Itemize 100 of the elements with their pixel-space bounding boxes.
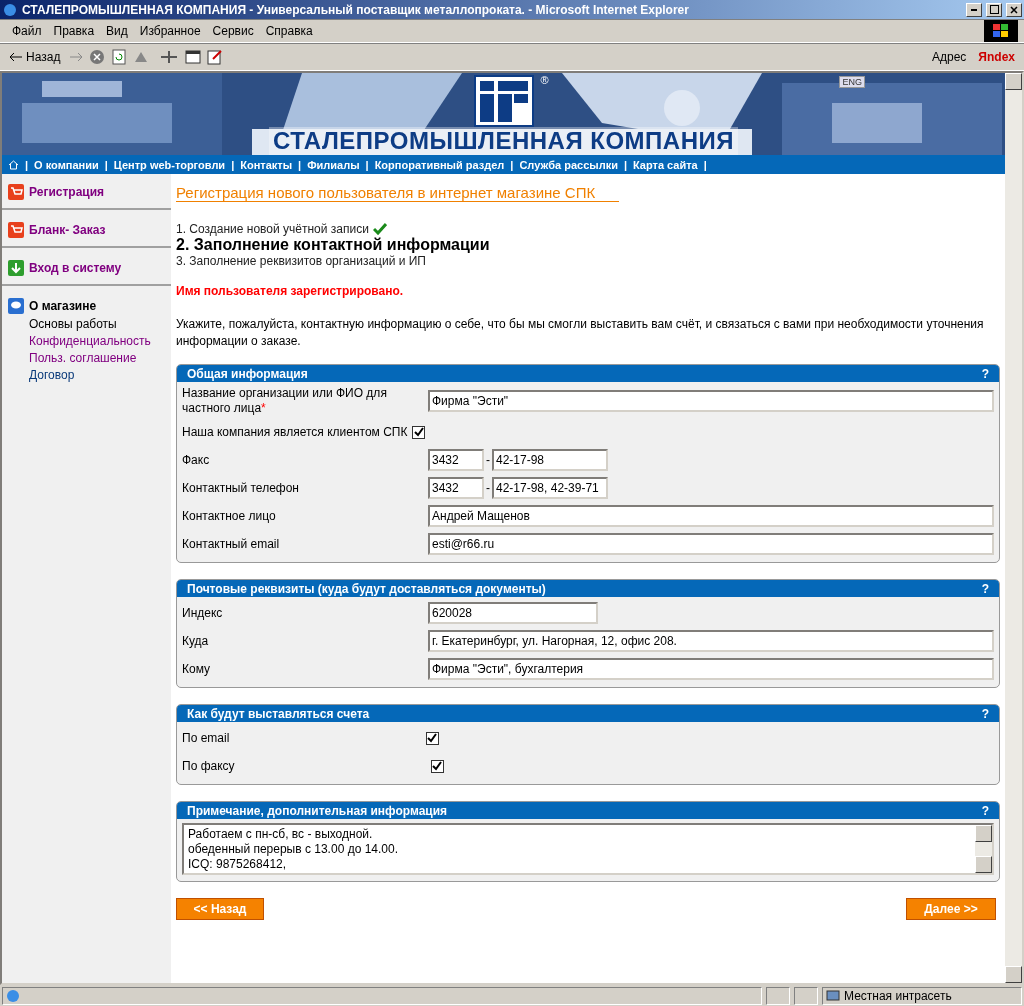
field-label: Контактное лицо xyxy=(182,508,277,524)
help-link[interactable]: ? xyxy=(981,706,989,721)
sidebar-sublink[interactable]: Конфиденциальность xyxy=(29,334,165,348)
separator: | xyxy=(25,158,29,171)
separator: | xyxy=(365,158,369,171)
nav-link[interactable]: Корпоративный раздел xyxy=(374,158,505,171)
field-label: Факс xyxy=(182,452,211,468)
nav-link[interactable]: Карта сайта xyxy=(633,158,698,171)
minimize-button[interactable] xyxy=(966,2,982,17)
stop-icon[interactable] xyxy=(89,49,106,65)
menu-item[interactable]: Файл xyxy=(6,22,48,40)
check-icon xyxy=(414,427,424,437)
registered-mark: ® xyxy=(539,74,550,86)
search-brand-button[interactable]: Яndex xyxy=(975,48,1018,66)
field-label: Контактный email xyxy=(182,536,281,552)
window-title: СТАЛЕПРОМЫШЛЕННАЯ КОМПАНИЯ - Универсальный поставщик металлопроката. - Microsoft Internet Explorer xyxy=(22,2,690,17)
check-icon xyxy=(432,761,443,771)
browser-icon xyxy=(2,1,18,18)
address-label: Адрес xyxy=(931,49,968,66)
toolbar-icon[interactable] xyxy=(159,49,180,65)
step-text: 3. Заполнение реквизитов организаций и ИП xyxy=(176,254,426,268)
cart-icon xyxy=(8,184,24,200)
minimize-icon xyxy=(971,8,977,11)
panel-title: Общая информация xyxy=(187,366,308,381)
nav-link[interactable]: Служба рассылки xyxy=(519,158,618,171)
checkbox[interactable] xyxy=(430,759,444,773)
dash: - xyxy=(485,453,491,467)
help-link[interactable]: ? xyxy=(981,803,989,818)
text-field[interactable]: г. Екатеринбург, ул. Нагорная, 12, офис 208. xyxy=(428,630,994,652)
text-area[interactable]: Работаем с пн-сб, вс - выходной. обеденный перерыв с 13.00 до 14.00. ICQ: 9875268412, xyxy=(182,823,994,875)
text-field[interactable]: 620028 xyxy=(428,602,598,624)
page-icon xyxy=(6,988,20,1003)
success-message: Имя пользователя зарегистрировано. xyxy=(176,284,405,298)
sidebar-sublink[interactable]: Польз. соглашение xyxy=(29,351,165,365)
sidebar-sublink[interactable]: Основы работы xyxy=(29,317,165,331)
nav-link[interactable]: Филиалы xyxy=(307,158,360,171)
nav-link[interactable]: О компании xyxy=(34,158,99,171)
field-label: По email xyxy=(182,730,230,746)
sidebar-link[interactable]: Вход в систему xyxy=(29,261,122,275)
field-label: По факсу xyxy=(182,758,235,774)
menu-item[interactable]: Правка xyxy=(47,22,101,40)
edit-icon[interactable] xyxy=(207,49,224,65)
sidebar-link[interactable]: Регистрация xyxy=(29,185,105,199)
phone-field[interactable]: 42-17-98, 42-39-71 xyxy=(492,477,608,499)
phone-field[interactable]: 42-17-98 xyxy=(492,449,608,471)
logo-icon xyxy=(473,75,534,127)
sidebar-link[interactable]: О магазине xyxy=(29,299,97,313)
refresh-icon[interactable] xyxy=(111,49,128,65)
back-arrow-icon xyxy=(9,52,23,62)
status-panel xyxy=(794,986,818,1005)
code-field[interactable]: 3432 xyxy=(428,449,484,471)
field-label: Кому xyxy=(182,661,212,677)
back-button[interactable]: Назад xyxy=(6,48,64,66)
language-link[interactable]: ENG xyxy=(839,76,865,88)
panel-title: Почтовые реквизиты (куда будут доставляться документы) xyxy=(187,581,546,596)
maximize-button[interactable] xyxy=(986,2,1002,17)
help-link[interactable]: ? xyxy=(981,366,989,381)
menu-item[interactable]: Избранное xyxy=(133,22,207,40)
menu-item[interactable]: Вид xyxy=(100,22,134,40)
sidebar-link[interactable]: Бланк- Заказ xyxy=(29,223,106,237)
panel-title: Примечание, дополнительная информация xyxy=(187,803,448,818)
help-link[interactable]: ? xyxy=(981,581,989,596)
field-label: Название организации или ФИО для частного лица* xyxy=(182,386,388,416)
close-button[interactable] xyxy=(1006,2,1022,17)
intro-text: Укажите, пожалуйста, контактную информацию о себе, что бы мы смогли выставить вам счёт, и связаться с вами при необходимости уточнения информации о заказе. xyxy=(176,316,985,350)
checkbox[interactable] xyxy=(425,731,439,745)
text-field[interactable]: Фирма "Эсти", бухгалтерия xyxy=(428,658,994,680)
text-field[interactable]: Андрей Мащенов xyxy=(428,505,994,527)
page-heading: Регистрация нового пользователя в интернет магазине СПК xyxy=(176,184,620,202)
field-label: Индекс xyxy=(182,605,224,621)
text-field[interactable]: Фирма "Эсти" xyxy=(428,390,994,412)
separator: | xyxy=(104,158,108,171)
nav-link[interactable]: Центр web-торговли xyxy=(113,158,226,171)
panel-title: Как будут выставляться счета xyxy=(187,706,370,721)
company-name: СТАЛЕПРОМЫШЛЕННАЯ КОМПАНИЯ xyxy=(268,127,739,155)
separator: | xyxy=(703,158,707,171)
menu-item[interactable]: Сервис xyxy=(206,22,260,40)
home-icon[interactable] xyxy=(8,159,19,170)
field-label: Наша компания является клиентом СПК xyxy=(182,424,408,440)
scrollbar xyxy=(975,825,992,873)
sidebar-sublink[interactable]: Договор xyxy=(29,368,165,382)
maximize-icon xyxy=(989,5,999,14)
code-field[interactable]: 3432 xyxy=(428,477,484,499)
separator: | xyxy=(298,158,302,171)
status-panel xyxy=(766,986,790,1005)
cart-icon xyxy=(8,222,24,238)
nav-link[interactable]: Контакты xyxy=(240,158,293,171)
separator: | xyxy=(231,158,235,171)
zone-label: Местная интрасеть xyxy=(844,988,952,1003)
menu-item[interactable]: Справка xyxy=(259,22,319,40)
dash: - xyxy=(485,481,491,495)
network-icon xyxy=(826,988,840,1003)
close-icon xyxy=(1010,5,1018,14)
step-text: 2. Заполнение контактной информации xyxy=(176,236,490,254)
text-field[interactable]: esti@r66.ru xyxy=(428,533,994,555)
window-icon[interactable] xyxy=(185,49,202,65)
check-icon xyxy=(427,733,438,743)
speech-bubble-icon xyxy=(8,298,24,314)
checkbox[interactable] xyxy=(412,425,426,439)
down-arrow-icon xyxy=(8,260,24,276)
